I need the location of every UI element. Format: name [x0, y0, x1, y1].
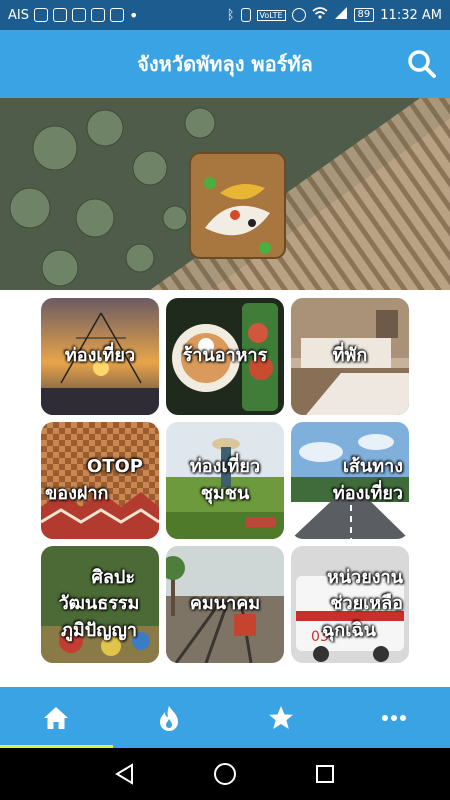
home-system-button[interactable]: [212, 761, 238, 787]
vibrate-icon: [240, 8, 251, 22]
tile-label: หน่วยงาน ช่วยเหลือ ฉุกเฉิน: [322, 567, 403, 641]
nav-more[interactable]: [338, 687, 450, 748]
nav-favorites[interactable]: [225, 687, 338, 748]
nav-trending[interactable]: [113, 687, 226, 748]
battery-indicator: 89: [353, 8, 375, 22]
tile-art-culture[interactable]: ศิลปะ วัฒนธรรม ภูมิปัญญา: [41, 546, 159, 663]
tile-label: ท่องเที่ยว ชุมชน: [189, 456, 261, 504]
recents-square-icon: [316, 765, 334, 783]
tile-restaurant[interactable]: ร้านอาหาร: [166, 298, 284, 415]
search-icon: [408, 50, 436, 78]
app-title: จังหวัดพัทลุง พอร์ทัล: [137, 52, 313, 76]
tile-travel-route[interactable]: เส้นทาง ท่องเที่ยว: [291, 422, 409, 539]
back-button[interactable]: [112, 761, 138, 787]
camera-icon: [109, 8, 124, 22]
wifi-icon: [312, 6, 328, 24]
flame-icon: [159, 705, 178, 731]
tile-label: ที่พัก: [332, 345, 368, 367]
more-icon: [381, 714, 406, 721]
hero-banner-image: [0, 98, 450, 290]
nav-home[interactable]: [0, 687, 113, 748]
back-triangle-icon: [115, 763, 133, 785]
tile-label: คมนาคม: [189, 593, 261, 615]
home-circle-icon: [214, 763, 236, 785]
star-icon: [269, 705, 294, 729]
tile-label: OTOP ของฝาก: [45, 456, 143, 504]
eye-icon: [291, 8, 306, 22]
system-navigation-bar: [0, 748, 450, 800]
tile-label: เส้นทาง ท่องเที่ยว: [332, 456, 403, 504]
tile-otop[interactable]: OTOP ของฝาก: [41, 422, 159, 539]
clock: 11:32 AM: [380, 7, 442, 23]
signal-icon: [334, 6, 348, 24]
tile-label: ร้านอาหาร: [182, 345, 268, 367]
category-grid: ท่องเที่ยว ร้านอาหาร ที่พัก OTOP ของฝาก …: [41, 298, 409, 663]
image-icon: [71, 8, 86, 22]
carrier-label: AIS: [8, 7, 29, 23]
tile-emergency[interactable]: 03 หน่วยงาน ช่วยเหลือ ฉุกเฉิน: [291, 546, 409, 663]
recents-button[interactable]: [312, 761, 338, 787]
search-button[interactable]: [406, 48, 438, 80]
tile-label: ศิลปะ วัฒนธรรม ภูมิปัญญา: [58, 567, 140, 641]
line-app-icon: [52, 8, 67, 22]
tile-label: ท่องเที่ยว: [64, 345, 136, 367]
notification-icon: [33, 8, 48, 22]
instagram-icon: [90, 8, 105, 22]
tile-accommodation[interactable]: ที่พัก: [291, 298, 409, 415]
volte-badge: VoLTE: [256, 9, 286, 21]
status-bar: AIS • ᛒ VoLTE 89 11:32 AM: [0, 0, 450, 30]
bottom-navigation: [0, 687, 450, 748]
home-icon: [44, 706, 69, 729]
app-header: จังหวัดพัทลุง พอร์ทัล: [0, 30, 450, 98]
tile-transport[interactable]: คมนาคม: [166, 546, 284, 663]
more-dots-icon: •: [128, 5, 139, 25]
tile-travel[interactable]: ท่องเที่ยว: [41, 298, 159, 415]
tile-community-travel[interactable]: ท่องเที่ยว ชุมชน: [166, 422, 284, 539]
bluetooth-icon: ᛒ: [226, 7, 235, 23]
